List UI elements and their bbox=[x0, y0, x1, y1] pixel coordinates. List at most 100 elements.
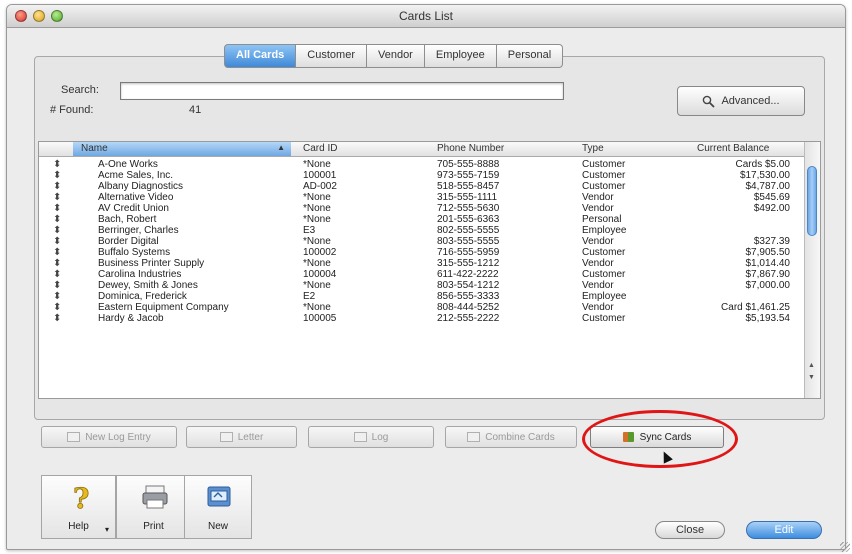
cell-phone: 803-555-5555 bbox=[437, 236, 500, 247]
close-button[interactable]: Close bbox=[655, 521, 725, 539]
table-row[interactable]: ⬍ A-One Works *None 705-555-8888 Customer Car… bbox=[39, 159, 804, 170]
scrollbar-thumb[interactable] bbox=[807, 166, 817, 236]
table-row[interactable]: ⬍ AV Credit Union *None 712-555-5630 Vendor $… bbox=[39, 203, 804, 214]
table-row[interactable]: ⬍ Buffalo Systems 100002 716-555-5959 Custom… bbox=[39, 247, 804, 258]
letter-button[interactable]: Letter bbox=[186, 426, 297, 448]
table-row[interactable]: ⬍ Albany Diagnostics AD-002 518-555-8457 Cus… bbox=[39, 181, 804, 192]
cell-type: Customer bbox=[582, 247, 626, 258]
action-button-label: Letter bbox=[237, 431, 264, 443]
table-row[interactable]: ⬍ Border Digital *None 803-555-5555 Vendor $3… bbox=[39, 236, 804, 247]
column-phone-header[interactable]: Phone Number bbox=[437, 143, 504, 154]
cell-type: Vendor bbox=[582, 236, 614, 247]
table-row[interactable]: ⬍ Acme Sales, Inc. 100001 973-555-7159 Custo… bbox=[39, 170, 804, 181]
column-name-label: Name bbox=[81, 143, 108, 154]
cell-card-id: *None bbox=[303, 280, 331, 291]
resize-grip[interactable] bbox=[840, 542, 850, 552]
table-row[interactable]: ⬍ Alternative Video *None 315-555-1111 Vendo… bbox=[39, 192, 804, 203]
scroll-down-icon[interactable]: ▼ bbox=[808, 374, 815, 381]
cell-name: Acme Sales, Inc. bbox=[98, 170, 174, 181]
cell-type: Customer bbox=[582, 313, 626, 324]
cell-name: Bach, Robert bbox=[98, 214, 157, 225]
cell-phone: 611-422-2222 bbox=[437, 269, 499, 280]
toolbar-print-button[interactable]: Print bbox=[116, 475, 191, 539]
card-detail-arrow-icon[interactable]: ⬍ bbox=[53, 258, 61, 269]
combine-cards-icon bbox=[467, 432, 481, 442]
log-button[interactable]: Log bbox=[308, 426, 434, 448]
tab-vendor[interactable]: Vendor bbox=[366, 44, 425, 68]
new-card-icon bbox=[205, 482, 233, 512]
table-row[interactable]: ⬍ Dominica, Frederick E2 856-555-3333 Employ… bbox=[39, 291, 804, 302]
cell-card-id: *None bbox=[303, 159, 331, 170]
column-type-header[interactable]: Type bbox=[582, 143, 604, 154]
log-entry-icon bbox=[67, 432, 81, 442]
cell-name: Berringer, Charles bbox=[98, 225, 179, 236]
tab-customer[interactable]: Customer bbox=[296, 44, 367, 68]
table-header: Name ▲ Card ID Phone Number Type Current… bbox=[39, 142, 804, 157]
cell-type: Customer bbox=[582, 170, 626, 181]
card-detail-arrow-icon[interactable]: ⬍ bbox=[53, 203, 61, 214]
new-log-entry-button[interactable]: New Log Entry bbox=[41, 426, 177, 448]
table-row[interactable]: ⬍ Carolina Industries 100004 611-422-2222 Cu… bbox=[39, 269, 804, 280]
card-detail-arrow-icon[interactable]: ⬍ bbox=[53, 280, 61, 291]
advanced-search-button[interactable]: Advanced... bbox=[677, 86, 805, 116]
table-row[interactable]: ⬍ Bach, Robert *None 201-555-6363 Personal bbox=[39, 214, 804, 225]
cell-phone: 315-555-1111 bbox=[437, 192, 498, 203]
card-detail-arrow-icon[interactable]: ⬍ bbox=[53, 247, 61, 258]
card-detail-arrow-icon[interactable]: ⬍ bbox=[53, 225, 61, 236]
card-detail-arrow-icon[interactable]: ⬍ bbox=[53, 214, 61, 225]
card-detail-arrow-icon[interactable]: ⬍ bbox=[53, 313, 61, 324]
cell-name: Business Printer Supply bbox=[98, 258, 205, 269]
cell-balance: Card $1,461.25 bbox=[721, 302, 790, 313]
card-detail-arrow-icon[interactable]: ⬍ bbox=[53, 159, 61, 170]
search-input[interactable] bbox=[120, 82, 564, 100]
table-row[interactable]: ⬍ Berringer, Charles E3 802-555-5555 Employe… bbox=[39, 225, 804, 236]
cell-card-id: AD-002 bbox=[303, 181, 337, 192]
table-row[interactable]: ⬍ Dewey, Smith & Jones *None 803-554-1212 Ve… bbox=[39, 280, 804, 291]
table-row[interactable]: ⬍ Business Printer Supply *None 315-555-121… bbox=[39, 258, 804, 269]
edit-button[interactable]: Edit bbox=[746, 521, 822, 539]
cell-card-id: *None bbox=[303, 302, 331, 313]
tab-all-cards[interactable]: All Cards bbox=[224, 44, 297, 68]
tab-employee[interactable]: Employee bbox=[424, 44, 497, 68]
cell-balance: $7,867.90 bbox=[745, 269, 791, 280]
column-card-id-header[interactable]: Card ID bbox=[303, 143, 337, 154]
card-detail-arrow-icon[interactable]: ⬍ bbox=[53, 291, 61, 302]
toolbar-help-button[interactable]: ? Help ▾ bbox=[41, 475, 116, 539]
card-detail-arrow-icon[interactable]: ⬍ bbox=[53, 269, 61, 280]
cell-card-id: 100005 bbox=[303, 313, 337, 324]
toolbar-new-button[interactable]: New bbox=[184, 475, 252, 539]
card-detail-arrow-icon[interactable]: ⬍ bbox=[53, 181, 61, 192]
card-detail-arrow-icon[interactable]: ⬍ bbox=[53, 302, 61, 313]
dropdown-arrow-icon[interactable]: ▾ bbox=[105, 525, 109, 534]
column-name-header[interactable]: Name ▲ bbox=[73, 142, 291, 156]
toolbar-button-label: Print bbox=[143, 521, 164, 532]
card-detail-arrow-icon[interactable]: ⬍ bbox=[53, 170, 61, 181]
advanced-button-label: Advanced... bbox=[721, 95, 780, 107]
cell-name: AV Credit Union bbox=[98, 203, 169, 214]
cell-type: Personal bbox=[582, 214, 622, 225]
cell-phone: 518-555-8457 bbox=[437, 181, 500, 192]
cell-name: Dominica, Frederick bbox=[98, 291, 187, 302]
column-balance-header[interactable]: Current Balance bbox=[697, 143, 769, 154]
tab-personal[interactable]: Personal bbox=[496, 44, 564, 68]
cell-name: Hardy & Jacob bbox=[98, 313, 164, 324]
action-button-label: Combine Cards bbox=[485, 431, 555, 443]
table-row[interactable]: ⬍ Hardy & Jacob 100005 212-555-2222 Customer… bbox=[39, 313, 804, 324]
cell-card-id: *None bbox=[303, 203, 331, 214]
letter-icon bbox=[219, 432, 233, 442]
vertical-scrollbar[interactable]: ▲ ▼ bbox=[804, 142, 820, 398]
cell-phone: 315-555-1212 bbox=[437, 258, 500, 269]
cell-type: Employee bbox=[582, 291, 627, 302]
combine-cards-button[interactable]: Combine Cards bbox=[445, 426, 577, 448]
card-detail-arrow-icon[interactable]: ⬍ bbox=[53, 192, 61, 203]
table-row[interactable]: ⬍ Eastern Equipment Company *None 808-444-5… bbox=[39, 302, 804, 313]
cell-type: Customer bbox=[582, 181, 626, 192]
cell-type: Customer bbox=[582, 159, 626, 170]
cell-phone: 201-555-6363 bbox=[437, 214, 500, 225]
card-detail-arrow-icon[interactable]: ⬍ bbox=[53, 236, 61, 247]
cell-card-id: *None bbox=[303, 236, 331, 247]
cell-name: A-One Works bbox=[98, 159, 158, 170]
found-label: # Found: bbox=[50, 104, 94, 116]
scroll-up-icon[interactable]: ▲ bbox=[808, 362, 815, 369]
window-title: Cards List bbox=[398, 9, 454, 23]
